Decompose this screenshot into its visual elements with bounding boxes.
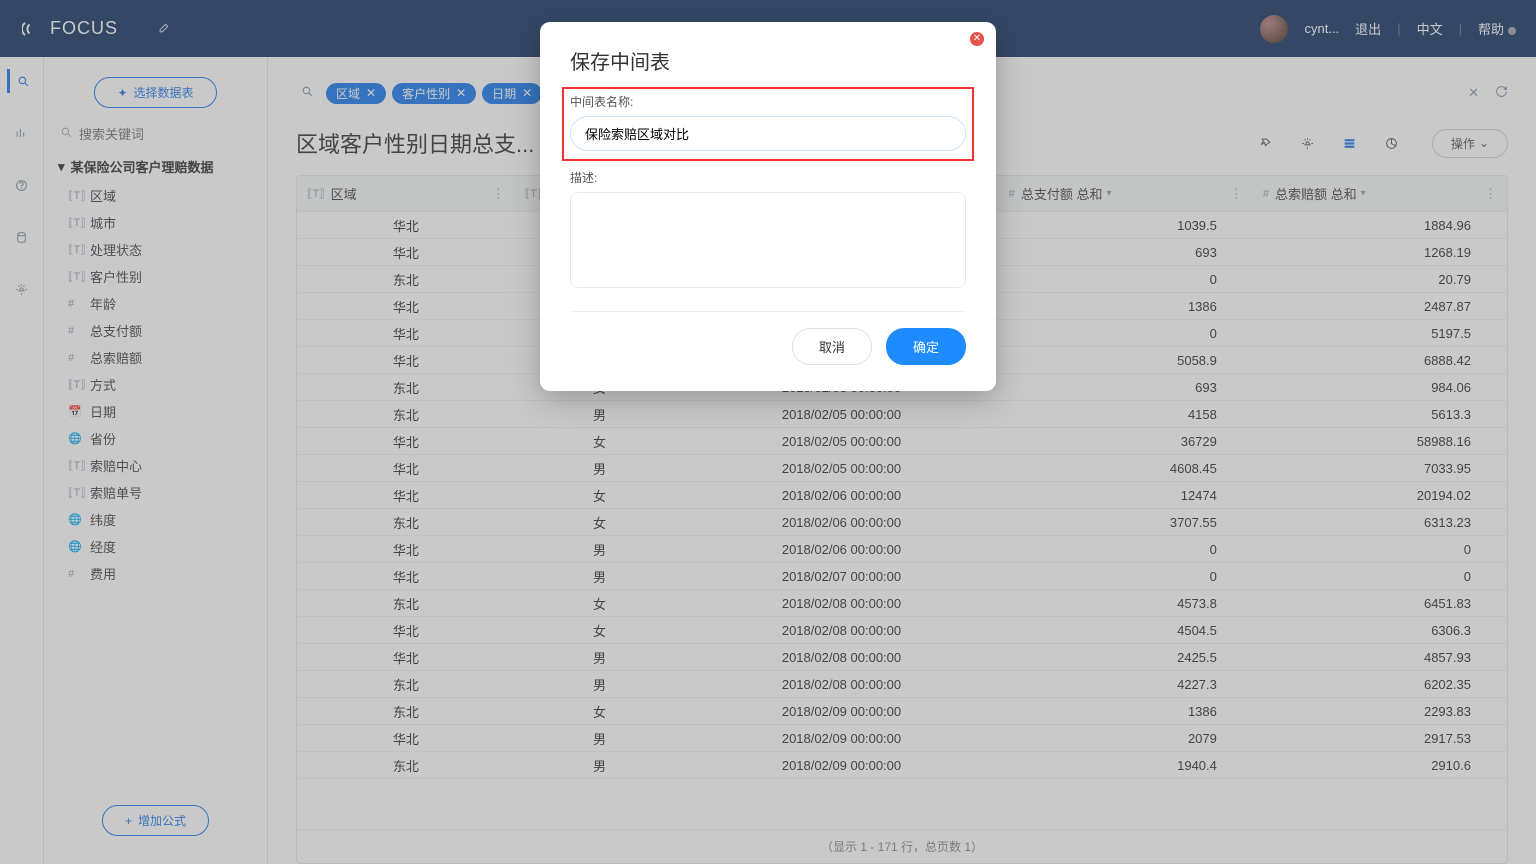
cancel-button[interactable]: 取消 <box>792 328 872 365</box>
modal-overlay[interactable]: ✕ 保存中间表 中间表名称: 描述: 取消 确定 <box>0 0 1536 864</box>
confirm-button[interactable]: 确定 <box>886 328 966 365</box>
desc-label: 描述: <box>570 169 966 186</box>
modal-title: 保存中间表 <box>570 46 966 75</box>
name-label: 中间表名称: <box>570 93 966 110</box>
name-field-highlight: 中间表名称: <box>562 87 974 161</box>
close-icon[interactable]: ✕ <box>970 32 984 46</box>
description-textarea[interactable] <box>570 192 966 288</box>
save-table-modal: ✕ 保存中间表 中间表名称: 描述: 取消 确定 <box>540 22 996 391</box>
table-name-input[interactable] <box>570 116 966 151</box>
